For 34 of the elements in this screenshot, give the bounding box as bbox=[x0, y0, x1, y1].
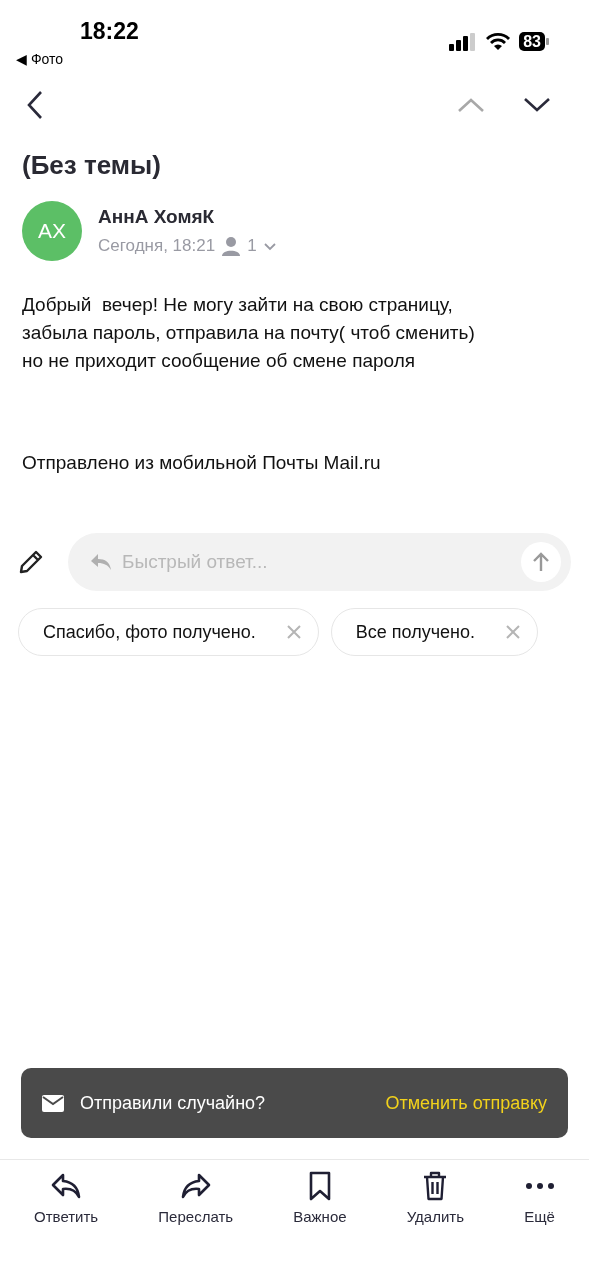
sender-name[interactable]: АннА ХомяК bbox=[98, 206, 277, 228]
back-to-app-link[interactable]: ◀ Фото bbox=[16, 51, 64, 67]
undo-send-link[interactable]: Отменить отправку bbox=[385, 1092, 547, 1114]
toolbar-button[interactable]: Удалить bbox=[406, 1170, 464, 1225]
sender-avatar: АХ bbox=[22, 201, 82, 261]
reply-icon bbox=[51, 1172, 82, 1200]
toolbar-button[interactable]: Ещё bbox=[524, 1170, 555, 1225]
bookmark-icon bbox=[307, 1171, 332, 1201]
close-icon[interactable] bbox=[505, 624, 522, 640]
more-icon bbox=[524, 1181, 555, 1191]
battery-tip-icon bbox=[546, 38, 549, 45]
message-subject: (Без темы) bbox=[22, 149, 162, 182]
battery-level: 83 bbox=[519, 32, 545, 51]
next-message-icon[interactable] bbox=[523, 97, 551, 113]
toolbar-button[interactable]: Переслать bbox=[158, 1170, 234, 1225]
pencil-icon[interactable] bbox=[18, 549, 44, 575]
back-icon[interactable] bbox=[26, 90, 44, 120]
message-date: Сегодня, 18:21 bbox=[98, 236, 216, 256]
person-icon bbox=[221, 236, 242, 256]
status-time: 18:22 bbox=[80, 18, 139, 45]
quick-reply-field[interactable]: Быстрый ответ... bbox=[68, 533, 571, 591]
wifi-icon bbox=[485, 32, 512, 51]
forward-icon bbox=[180, 1172, 211, 1200]
toolbar-button[interactable]: Ответить bbox=[34, 1170, 99, 1225]
envelope-icon bbox=[42, 1094, 64, 1112]
trash-icon bbox=[422, 1171, 449, 1201]
close-icon[interactable] bbox=[285, 624, 302, 640]
arrow-up-icon bbox=[532, 552, 550, 572]
snackbar-message: Отправили случайно? bbox=[80, 1092, 267, 1114]
signal-icon bbox=[449, 32, 478, 51]
message-body: Добрый вечер! Не могу зайти на свою страницу, забыла пароль, отправила на почту( чтоб сменить) но не приходит сообщение об смене пароля bbox=[22, 293, 476, 373]
expand-icon[interactable] bbox=[262, 241, 277, 251]
message-signature: Отправлено из мобильной Почты Mail.ru bbox=[22, 451, 382, 475]
toolbar-button[interactable]: Важное bbox=[293, 1170, 347, 1225]
